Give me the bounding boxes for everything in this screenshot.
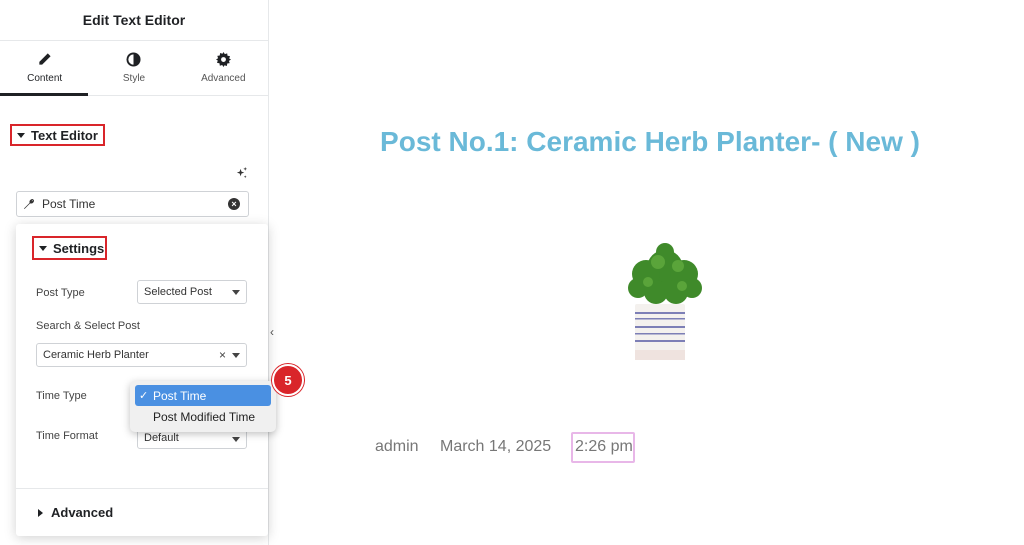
gear-icon	[215, 52, 231, 67]
dynamic-settings-popover: Settings Post Type Selected Post Search …	[16, 224, 268, 536]
text-editor-section-label: Text Editor	[31, 127, 98, 143]
settings-section-toggle[interactable]: Settings	[32, 236, 107, 260]
post-date[interactable]: March 14, 2025	[440, 438, 551, 456]
settings-section-label: Settings	[53, 240, 105, 256]
time-format-label: Time Format	[36, 430, 98, 442]
advanced-section-label: Advanced	[51, 505, 114, 520]
panel-tabs: Content Style Advanced	[0, 41, 268, 96]
step-number-badge: 5	[272, 364, 304, 396]
panel-title: Edit Text Editor	[82, 12, 186, 28]
divider	[16, 488, 268, 489]
option-label: Post Time	[153, 388, 207, 403]
post-type-select[interactable]: Selected Post	[137, 280, 247, 304]
time-type-option-post-modified-time[interactable]: Post Modified Time	[135, 406, 271, 427]
wrench-icon	[24, 199, 34, 209]
time-type-option-post-time[interactable]: ✓ Post Time	[135, 385, 271, 406]
post-type-label: Post Type	[36, 287, 85, 299]
post-title[interactable]: Post No.1: Ceramic Herb Planter- ( New )	[300, 126, 1000, 158]
search-select-value: Ceramic Herb Planter	[43, 349, 149, 361]
advanced-section-toggle[interactable]: Advanced	[38, 505, 113, 520]
tab-content-label: Content	[27, 73, 63, 84]
collapse-panel-icon[interactable]: ‹	[270, 325, 274, 339]
contrast-icon	[126, 52, 142, 67]
option-label: Post Modified Time	[153, 409, 256, 424]
caret-right-icon	[38, 508, 43, 517]
tab-content[interactable]: Content	[0, 41, 89, 95]
post-author[interactable]: admin	[375, 438, 419, 456]
time-format-value: Default	[144, 432, 179, 444]
post-type-value: Selected Post	[144, 286, 212, 298]
tab-style[interactable]: Style	[89, 41, 178, 95]
caret-down-icon	[39, 245, 47, 251]
tab-style-label: Style	[122, 73, 146, 84]
check-icon: ✓	[139, 390, 149, 402]
time-type-label: Time Type	[36, 390, 87, 402]
tab-advanced-label: Advanced	[201, 73, 246, 84]
clear-icon[interactable]: ×	[228, 198, 240, 210]
tab-advanced[interactable]: Advanced	[179, 41, 268, 95]
post-time[interactable]: 2:26 pm	[575, 438, 633, 456]
time-type-dropdown[interactable]: ✓ Post Time Post Modified Time	[130, 381, 276, 432]
clear-icon[interactable]: ×	[219, 348, 226, 362]
search-select-label: Search & Select Post	[36, 320, 140, 332]
dynamic-tag-value: Post Time	[42, 197, 96, 211]
chevron-down-icon	[232, 437, 240, 442]
chevron-down-icon	[232, 353, 240, 358]
pencil-icon	[39, 53, 51, 65]
ai-sparkle-icon[interactable]	[235, 167, 248, 180]
caret-down-icon	[17, 132, 25, 138]
search-select-post[interactable]: Ceramic Herb Planter ×	[36, 343, 247, 367]
herb-planter-image	[628, 243, 702, 360]
text-editor-section-toggle[interactable]: Text Editor	[10, 124, 105, 146]
dynamic-tag-field[interactable]: Post Time ×	[16, 191, 249, 217]
chevron-down-icon	[232, 290, 240, 295]
panel-header: Edit Text Editor	[0, 0, 268, 41]
